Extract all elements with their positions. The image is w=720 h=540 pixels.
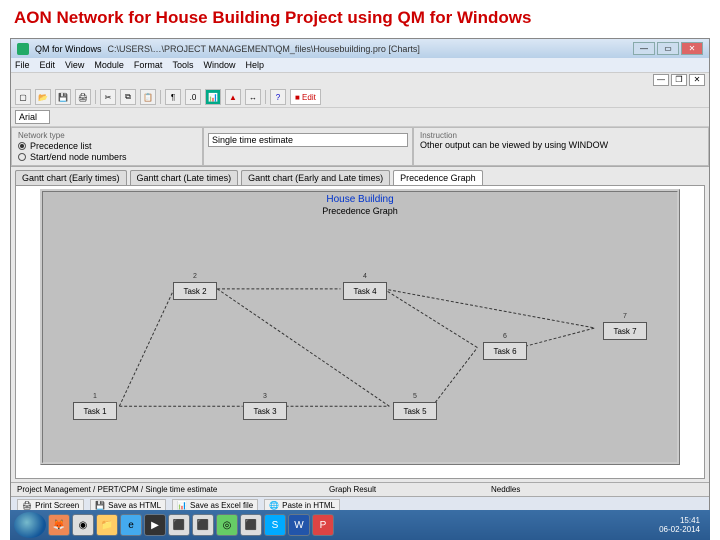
node-task4[interactable]: 4Task 4 <box>343 282 387 300</box>
menu-bar: File Edit View Module Format Tools Windo… <box>11 58 709 73</box>
app-icon <box>17 43 29 55</box>
decimal-icon[interactable]: .0 <box>185 89 201 105</box>
help-icon[interactable]: ? <box>270 89 286 105</box>
save-icon[interactable]: 💾 <box>55 89 71 105</box>
slide-title: AON Network for House Building Project u… <box>0 0 720 38</box>
app2-icon[interactable]: ⬛ <box>192 514 214 536</box>
app1-icon[interactable]: ⬛ <box>168 514 190 536</box>
graph-subtitle: Precedence Graph <box>322 206 398 216</box>
minimize-button[interactable]: — <box>633 42 655 55</box>
calc-icon[interactable]: 📊 <box>205 89 221 105</box>
mdi-controls: — ❐ ✕ <box>11 73 709 87</box>
system-tray[interactable]: 15:41 06-02-2014 <box>659 516 706 534</box>
word-icon[interactable]: W <box>288 514 310 536</box>
node-task7[interactable]: 7Task 7 <box>603 322 647 340</box>
status-right: Neddles <box>491 485 520 494</box>
status-bar: Project Management / PERT/CPM / Single t… <box>11 482 709 496</box>
solve-button[interactable]: ■ Edit <box>290 89 321 105</box>
menu-view[interactable]: View <box>65 60 84 70</box>
format-icon[interactable]: ¶ <box>165 89 181 105</box>
clock-time: 15:41 <box>659 516 700 525</box>
start-button[interactable] <box>14 512 46 538</box>
node-task5[interactable]: 5Task 5 <box>393 402 437 420</box>
menu-file[interactable]: File <box>15 60 30 70</box>
titlebar-path: C:\USERS\…\PROJECT MANAGEMENT\QM_files\H… <box>108 44 420 54</box>
mdi-minimize-button[interactable]: — <box>653 74 669 86</box>
app4-icon[interactable]: ⬛ <box>240 514 262 536</box>
skype-icon[interactable]: S <box>264 514 286 536</box>
chrome-icon[interactable]: ◉ <box>72 514 94 536</box>
precedence-graph-canvas: House Building Precedence Graph 1Task 1 … <box>40 189 680 465</box>
powerpoint-icon[interactable]: P <box>312 514 334 536</box>
folder-icon[interactable]: 📁 <box>96 514 118 536</box>
titlebar-app: QM for Windows <box>35 44 102 54</box>
mdi-restore-button[interactable]: ❐ <box>671 74 687 86</box>
tab-gantt-both[interactable]: Gantt chart (Early and Late times) <box>241 170 390 185</box>
menu-format[interactable]: Format <box>134 60 163 70</box>
window-titlebar: QM for Windows C:\USERS\…\PROJECT MANAGE… <box>11 39 709 58</box>
menu-window[interactable]: Window <box>203 60 235 70</box>
chart-icon[interactable]: ▲ <box>225 89 241 105</box>
print-icon[interactable]: 🖨 <box>75 89 91 105</box>
media-icon[interactable]: ▶ <box>144 514 166 536</box>
instruction-text: Other output can be viewed by using WIND… <box>420 140 702 150</box>
menu-edit[interactable]: Edit <box>40 60 56 70</box>
disk-icon: 💾 <box>95 501 105 510</box>
new-icon[interactable]: ▢ <box>15 89 31 105</box>
instruction-label: Instruction <box>420 131 702 140</box>
paste-icon[interactable]: 📋 <box>140 89 156 105</box>
status-mid: Graph Result <box>329 485 479 494</box>
chart-tabs: Gantt chart (Early times) Gantt chart (L… <box>11 167 709 185</box>
menu-help[interactable]: Help <box>245 60 264 70</box>
menu-module[interactable]: Module <box>94 60 124 70</box>
graph-area: House Building Precedence Graph 1Task 1 … <box>15 185 705 479</box>
step-icon[interactable]: ↔ <box>245 89 261 105</box>
firefox-icon[interactable]: 🦊 <box>48 514 70 536</box>
node-task3[interactable]: 3Task 3 <box>243 402 287 420</box>
close-button[interactable]: ✕ <box>681 42 703 55</box>
graph-title: House Building <box>326 194 393 205</box>
tab-gantt-early[interactable]: Gantt chart (Early times) <box>15 170 127 185</box>
radio-precedence[interactable]: Precedence list <box>18 141 196 151</box>
estimate-select[interactable]: Single time estimate <box>208 133 408 147</box>
clock-date: 06-02-2014 <box>659 525 700 534</box>
font-toolbar: Arial <box>11 108 709 127</box>
window-controls: — ▭ ✕ <box>633 42 703 55</box>
radio-startend[interactable]: Start/end node numbers <box>18 152 196 162</box>
tab-gantt-late[interactable]: Gantt chart (Late times) <box>130 170 239 185</box>
font-family-select[interactable]: Arial <box>15 110 50 124</box>
options-row: Network type Precedence list Start/end n… <box>11 127 709 167</box>
ie-icon[interactable]: e <box>120 514 142 536</box>
node-task2[interactable]: 2Task 2 <box>173 282 217 300</box>
app3-icon[interactable]: ◎ <box>216 514 238 536</box>
network-type-panel: Network type Precedence list Start/end n… <box>11 127 203 166</box>
cut-icon[interactable]: ✂ <box>100 89 116 105</box>
status-left: Project Management / PERT/CPM / Single t… <box>17 485 317 494</box>
printer-icon: 🖨 <box>22 501 32 510</box>
html-icon: 🌐 <box>269 501 279 510</box>
instruction-panel: Instruction Other output can be viewed b… <box>413 127 709 166</box>
network-type-label: Network type <box>18 131 196 140</box>
edges <box>43 192 677 462</box>
node-task1[interactable]: 1Task 1 <box>73 402 117 420</box>
toolbar-main: ▢ 📂 💾 🖨 ✂ ⧉ 📋 ¶ .0 📊 ▲ ↔ ? ■ Edit <box>11 87 709 108</box>
maximize-button[interactable]: ▭ <box>657 42 679 55</box>
app-window: QM for Windows C:\USERS\…\PROJECT MANAGE… <box>10 38 710 515</box>
tab-precedence[interactable]: Precedence Graph <box>393 170 483 185</box>
node-task6[interactable]: 6Task 6 <box>483 342 527 360</box>
excel-icon: 📊 <box>177 501 187 510</box>
mdi-close-button[interactable]: ✕ <box>689 74 705 86</box>
open-icon[interactable]: 📂 <box>35 89 51 105</box>
windows-taskbar: 🦊 ◉ 📁 e ▶ ⬛ ⬛ ◎ ⬛ S W P 15:41 06-02-2014 <box>10 510 710 540</box>
copy-icon[interactable]: ⧉ <box>120 89 136 105</box>
menu-tools[interactable]: Tools <box>172 60 193 70</box>
estimate-panel: Single time estimate <box>203 127 413 166</box>
